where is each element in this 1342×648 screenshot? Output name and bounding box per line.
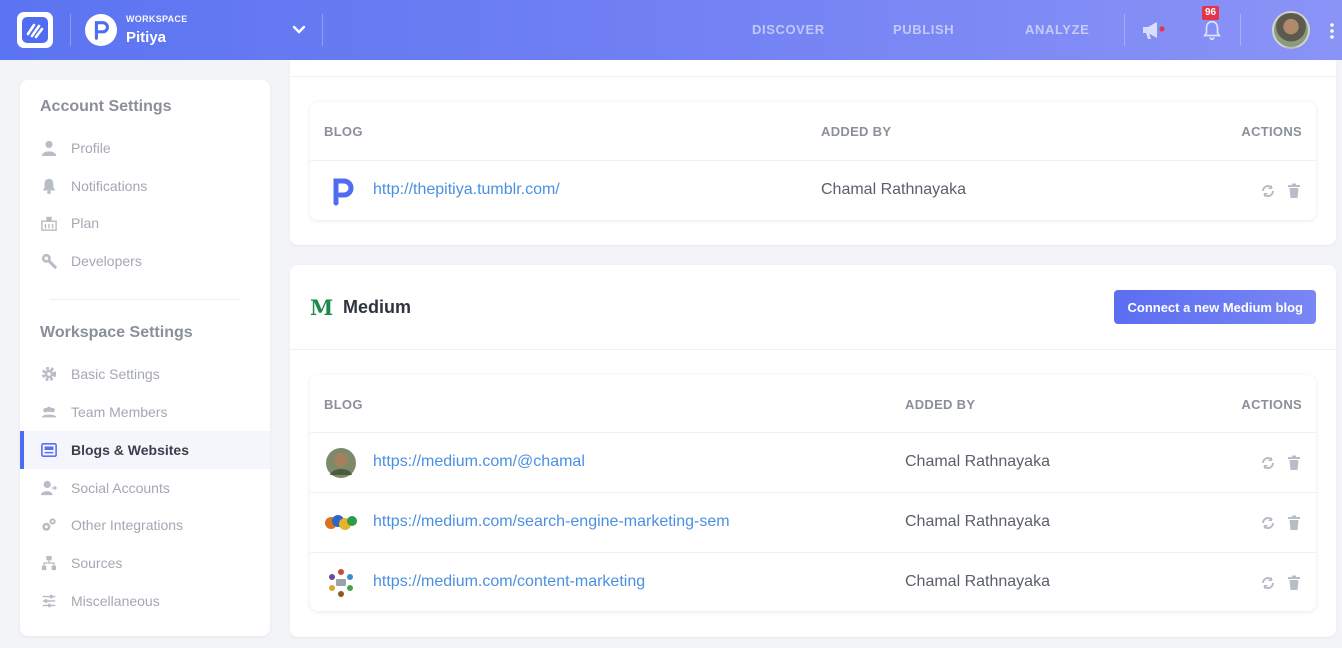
table-row: http://thepitiya.tumblr.com/ Chamal Rath… xyxy=(310,160,1316,220)
nav-analyze[interactable]: ANALYZE xyxy=(1025,22,1089,37)
sidebar-item-other-integrations[interactable]: Other Integrations xyxy=(20,506,270,544)
chevron-down-icon[interactable] xyxy=(290,21,308,39)
medium-section-title: Medium xyxy=(343,297,412,317)
sidebar-item-miscellaneous[interactable]: Miscellaneous xyxy=(20,582,270,620)
trash-icon[interactable] xyxy=(1286,183,1302,199)
plan-icon xyxy=(40,214,58,232)
sidebar-item-profile[interactable]: Profile xyxy=(20,129,270,167)
sidebar-item-label: Miscellaneous xyxy=(71,593,160,609)
workspace-label: WORKSPACE xyxy=(126,14,188,24)
added-by-value: Chamal Rathnayaka xyxy=(821,181,966,198)
column-header-actions: ACTIONS xyxy=(1241,124,1302,139)
user-avatar[interactable] xyxy=(1272,11,1310,49)
refresh-icon[interactable] xyxy=(1260,183,1276,199)
nav-discover[interactable]: DISCOVER xyxy=(752,22,825,37)
settings-sidebar: Account Settings Profile Notifications P… xyxy=(20,80,270,636)
notification-count-badge: 96 xyxy=(1202,6,1220,20)
more-vertical-icon[interactable] xyxy=(1329,22,1335,40)
blog-url-link[interactable]: http://thepitiya.tumblr.com/ xyxy=(373,181,560,199)
top-navigation-bar: WORKSPACE Pitiya DISCOVER PUBLISH ANALYZ… xyxy=(0,0,1342,60)
sidebar-item-label: Social Accounts xyxy=(71,480,170,496)
added-by-value: Chamal Rathnayaka xyxy=(905,453,1050,470)
blog-icon xyxy=(40,441,58,459)
medium-blogs-table: BLOG ADDED BY ACTIONS https://medium.com… xyxy=(310,375,1316,611)
column-header-added-by: ADDED BY xyxy=(821,124,892,139)
users-icon xyxy=(40,403,58,421)
workspace-logo-icon[interactable] xyxy=(85,14,117,46)
divider xyxy=(322,14,323,46)
table-row: https://medium.com/@chamal Chamal Rathna… xyxy=(310,432,1316,492)
sidebar-item-label: Basic Settings xyxy=(71,366,160,382)
sidebar-item-label: Blogs & Websites xyxy=(71,442,189,458)
gear-icon xyxy=(40,365,58,383)
bell-icon xyxy=(40,177,58,195)
trash-icon[interactable] xyxy=(1286,575,1302,591)
sidebar-item-label: Developers xyxy=(71,253,142,269)
blog-url-link[interactable]: https://medium.com/content-marketing xyxy=(373,573,645,591)
workspace-settings-title: Workspace Settings xyxy=(40,324,193,341)
column-header-actions: ACTIONS xyxy=(1241,397,1302,412)
trash-icon[interactable] xyxy=(1286,515,1302,531)
tumblr-blog-logo-icon xyxy=(333,178,354,206)
sidebar-item-label: Team Members xyxy=(71,404,168,420)
sidebar-item-blogs-websites[interactable]: Blogs & Websites xyxy=(20,431,270,469)
table-row: https://medium.com/search-engine-marketi… xyxy=(310,492,1316,552)
megaphone-icon[interactable] xyxy=(1141,19,1165,41)
added-by-value: Chamal Rathnayaka xyxy=(905,513,1050,530)
column-header-added-by: ADDED BY xyxy=(905,397,976,412)
tumblr-section: BLOG ADDED BY ACTIONS http://thepitiya.t… xyxy=(290,60,1336,245)
medium-logo-icon: M xyxy=(310,295,334,320)
sidebar-item-basic-settings[interactable]: Basic Settings xyxy=(20,355,270,393)
added-by-value: Chamal Rathnayaka xyxy=(905,573,1050,590)
refresh-icon[interactable] xyxy=(1260,515,1276,531)
nav-publish[interactable]: PUBLISH xyxy=(893,22,954,37)
table-row: https://medium.com/content-marketing Cha… xyxy=(310,552,1316,612)
app-logo-icon[interactable] xyxy=(17,12,53,48)
sidebar-item-social-accounts[interactable]: Social Accounts xyxy=(20,469,270,507)
sidebar-divider xyxy=(50,299,240,300)
divider xyxy=(70,14,71,46)
tumblr-blogs-table: BLOG ADDED BY ACTIONS http://thepitiya.t… xyxy=(310,102,1316,220)
user-share-icon xyxy=(40,479,58,497)
account-settings-title: Account Settings xyxy=(40,98,172,115)
blog-url-link[interactable]: https://medium.com/@chamal xyxy=(373,453,585,471)
user-icon xyxy=(40,139,58,157)
refresh-icon[interactable] xyxy=(1260,575,1276,591)
section-divider xyxy=(290,76,1336,77)
sidebar-item-label: Sources xyxy=(71,555,123,571)
divider xyxy=(1124,14,1125,46)
sidebar-item-notifications[interactable]: Notifications xyxy=(20,167,270,205)
sidebar-item-label: Profile xyxy=(71,140,111,156)
sidebar-item-plan[interactable]: Plan xyxy=(20,204,270,242)
sliders-icon xyxy=(40,592,58,610)
sidebar-item-label: Other Integrations xyxy=(71,517,184,533)
section-divider xyxy=(290,349,1336,350)
sidebar-item-label: Notifications xyxy=(71,178,148,194)
blog-avatar xyxy=(326,448,356,478)
blog-url-link[interactable]: https://medium.com/search-engine-marketi… xyxy=(373,513,730,531)
medium-section: M Medium Connect a new Medium blog BLOG … xyxy=(290,265,1336,637)
sidebar-item-label: Plan xyxy=(71,215,100,231)
sidebar-item-developers[interactable]: Developers xyxy=(20,242,270,280)
refresh-icon[interactable] xyxy=(1260,455,1276,471)
column-header-blog: BLOG xyxy=(324,397,363,412)
blog-avatar xyxy=(329,569,353,597)
blog-avatar xyxy=(325,515,357,530)
column-header-blog: BLOG xyxy=(324,124,363,139)
wrench-icon xyxy=(40,252,58,270)
connect-medium-blog-button[interactable]: Connect a new Medium blog xyxy=(1114,290,1316,324)
workspace-name[interactable]: Pitiya xyxy=(126,29,166,46)
divider xyxy=(1240,14,1241,46)
sitemap-icon xyxy=(40,554,58,572)
bell-icon[interactable] xyxy=(1200,18,1224,42)
sidebar-item-team-members[interactable]: Team Members xyxy=(20,393,270,431)
cogs-icon xyxy=(40,516,58,534)
sidebar-item-sources[interactable]: Sources xyxy=(20,544,270,582)
trash-icon[interactable] xyxy=(1286,455,1302,471)
medium-header: M Medium xyxy=(310,295,411,320)
